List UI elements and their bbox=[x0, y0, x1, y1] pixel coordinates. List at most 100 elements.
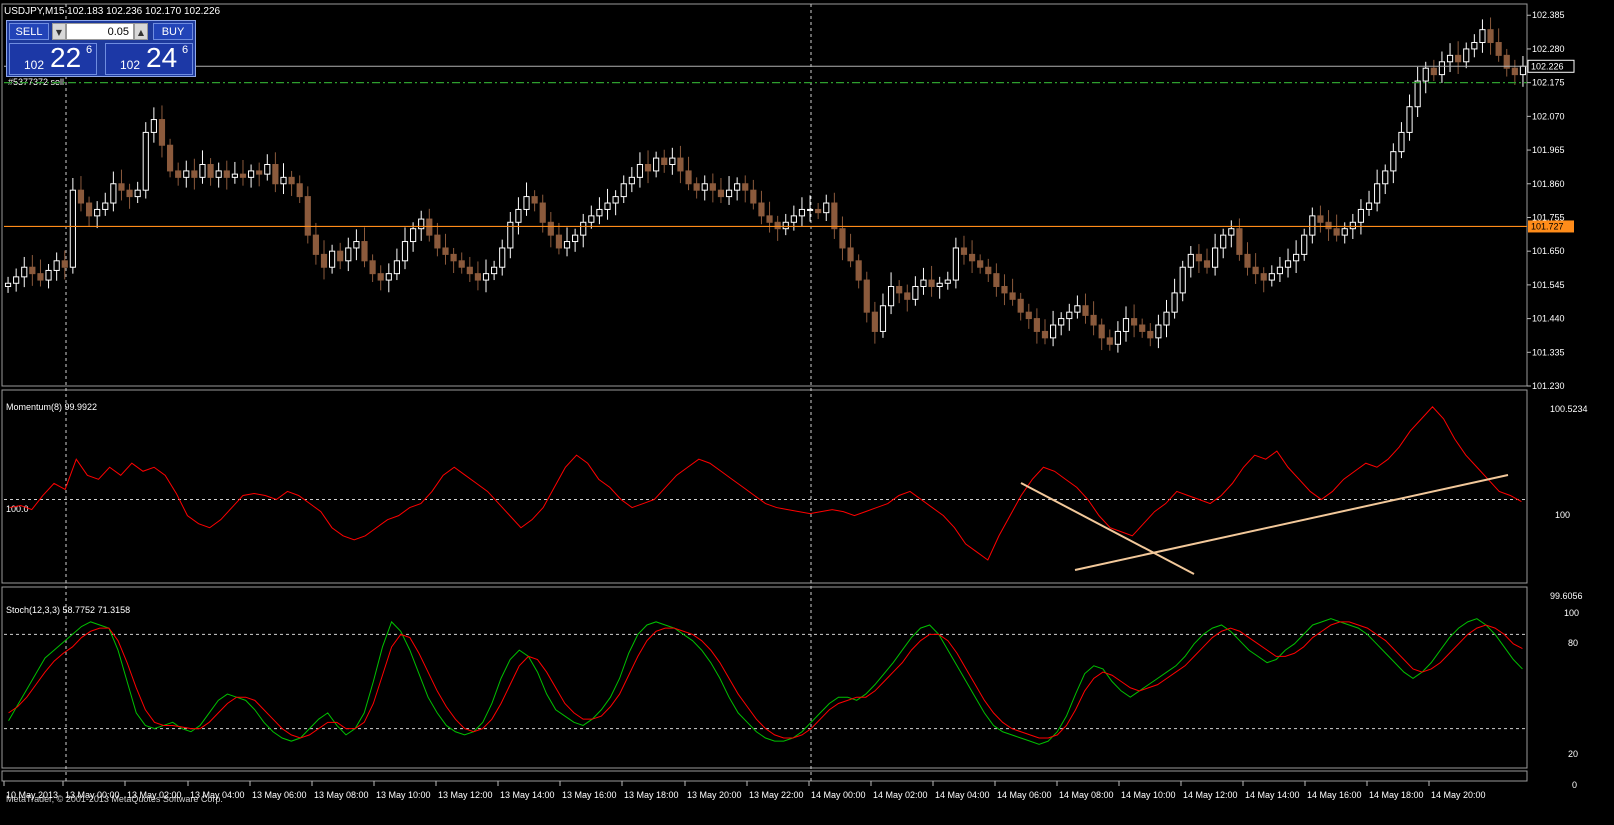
candle-body bbox=[750, 189, 757, 204]
candle-body bbox=[596, 208, 603, 217]
buy-quote[interactable]: 102 24 6 bbox=[105, 42, 193, 75]
candle-body bbox=[215, 170, 222, 178]
candle-body bbox=[1139, 324, 1146, 332]
candle-body bbox=[1438, 61, 1446, 76]
price-tick-label: 102.280 bbox=[1532, 44, 1565, 54]
candle-body bbox=[1293, 253, 1300, 262]
candle-body bbox=[1155, 324, 1162, 339]
candle-body bbox=[1471, 42, 1478, 50]
candle-body bbox=[175, 170, 182, 178]
candle-body bbox=[960, 247, 968, 255]
candle-body bbox=[920, 279, 927, 287]
time-tick-label: 13 May 02:00 bbox=[127, 790, 182, 800]
symbol-info: USDJPY,M15 102.183 102.236 102.170 102.2… bbox=[4, 6, 221, 17]
time-tick-label: 13 May 00:00 bbox=[65, 790, 120, 800]
trading-chart[interactable]: USDJPY,M15 102.183 102.236 102.170 102.2… bbox=[0, 0, 1614, 825]
price-tick-label: 101.650 bbox=[1532, 246, 1565, 256]
sell-quote[interactable]: 102 22 6 bbox=[9, 42, 97, 75]
candle-body bbox=[191, 170, 198, 178]
time-tick-label: 13 May 18:00 bbox=[624, 790, 679, 800]
lot-size-input[interactable] bbox=[66, 23, 134, 40]
candle-body bbox=[944, 279, 951, 284]
candle-body bbox=[37, 273, 44, 281]
candle-body bbox=[466, 266, 473, 275]
sell-quote-sup: 6 bbox=[86, 44, 93, 56]
one-click-trade-panel: SELL ▼ ▲ BUY 102 22 6 102 24 6 bbox=[6, 20, 196, 77]
time-tick-label: 14 May 18:00 bbox=[1369, 790, 1424, 800]
candle-body bbox=[758, 202, 765, 217]
candle-body bbox=[272, 164, 279, 185]
candle-body bbox=[1422, 67, 1429, 82]
candle-body bbox=[442, 247, 449, 255]
candle-body bbox=[1163, 311, 1170, 326]
candle-body bbox=[1511, 67, 1518, 76]
lot-decrease-icon[interactable]: ▼ bbox=[52, 23, 66, 40]
price-tick-label: 101.230 bbox=[1532, 381, 1565, 391]
candle-body bbox=[53, 260, 60, 271]
candle-body bbox=[1406, 106, 1413, 133]
candle-body bbox=[539, 202, 546, 223]
candle-body bbox=[1066, 311, 1073, 320]
candle-body bbox=[815, 208, 822, 214]
buy-button[interactable]: BUY bbox=[153, 23, 193, 40]
candle-body bbox=[709, 183, 716, 191]
candle-body bbox=[1228, 228, 1235, 236]
candle-body bbox=[725, 189, 733, 198]
candle-body bbox=[1009, 292, 1016, 300]
candle-body bbox=[491, 266, 498, 275]
candle-body bbox=[85, 202, 93, 217]
hline-price-label: 101.727 bbox=[1531, 221, 1564, 231]
candle-body bbox=[4, 282, 12, 287]
candle-body bbox=[166, 144, 174, 172]
candle-body bbox=[150, 119, 157, 133]
candle-body bbox=[1058, 318, 1065, 326]
candle-body bbox=[110, 183, 117, 204]
candle-body bbox=[912, 285, 919, 300]
buy-quote-prefix: 102 bbox=[120, 58, 141, 72]
candle-body bbox=[1203, 260, 1211, 268]
candle-body bbox=[636, 164, 644, 178]
candle-body bbox=[69, 189, 76, 268]
stoch-axis-20: 20 bbox=[1568, 749, 1578, 759]
sell-button[interactable]: SELL bbox=[9, 23, 49, 40]
candle-body bbox=[21, 266, 28, 278]
candle-body bbox=[1341, 228, 1348, 236]
candle-body bbox=[434, 234, 441, 249]
candle-body bbox=[1268, 273, 1275, 281]
candle-body bbox=[385, 273, 392, 281]
candle-body bbox=[296, 183, 303, 198]
current-price-label: 102.226 bbox=[1531, 61, 1564, 71]
momentum-level-label: 100.0 bbox=[6, 504, 29, 514]
lot-increase-icon[interactable]: ▲ bbox=[134, 23, 148, 40]
candle-body bbox=[1495, 42, 1502, 56]
candle-body bbox=[871, 311, 878, 332]
candle-body bbox=[1195, 253, 1202, 262]
candle-body bbox=[1365, 202, 1373, 210]
candle-body bbox=[1260, 273, 1267, 281]
candle-body bbox=[199, 164, 206, 178]
candle-body bbox=[734, 183, 741, 191]
momentum-title: Momentum(8) 99.9922 bbox=[6, 402, 97, 412]
candle-body bbox=[936, 282, 943, 287]
candle-body bbox=[1049, 324, 1057, 339]
candle-body bbox=[1463, 48, 1470, 63]
candle-body bbox=[977, 260, 984, 268]
candle-body bbox=[742, 183, 749, 191]
sell-quote-prefix: 102 bbox=[24, 58, 45, 72]
candle-body bbox=[604, 202, 611, 210]
candle-body bbox=[968, 253, 976, 262]
candle-body bbox=[1098, 324, 1105, 339]
candle-body bbox=[1325, 221, 1332, 230]
candle-body bbox=[863, 279, 870, 313]
candle-body bbox=[183, 170, 190, 178]
candle-body bbox=[61, 260, 68, 268]
price-tick-label: 101.335 bbox=[1532, 347, 1565, 357]
candle-body bbox=[247, 170, 255, 178]
time-tick-label: 10 May 2013 bbox=[6, 790, 58, 800]
candle-body bbox=[1430, 67, 1437, 76]
candle-body bbox=[418, 218, 425, 230]
time-tick-label: 13 May 16:00 bbox=[562, 790, 617, 800]
candle-body bbox=[766, 215, 773, 223]
candle-body bbox=[993, 273, 1000, 287]
candle-body bbox=[790, 215, 797, 223]
